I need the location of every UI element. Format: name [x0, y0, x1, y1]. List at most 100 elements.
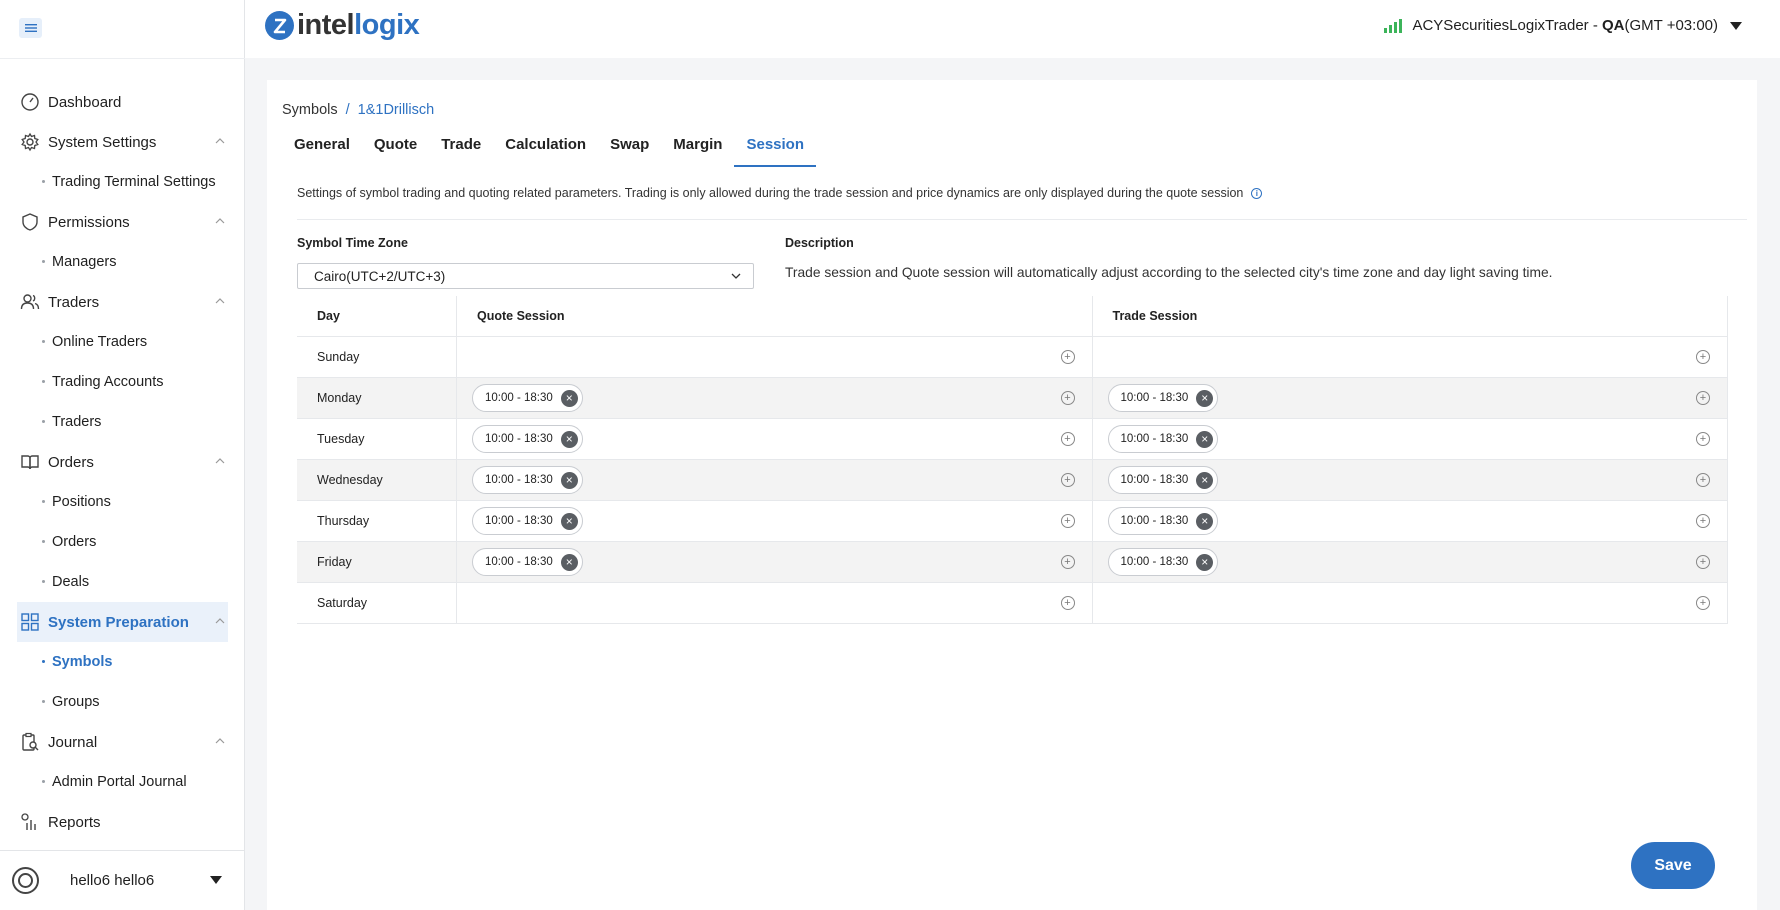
info-icon[interactable]: i: [1251, 187, 1263, 199]
add-session-icon[interactable]: +: [1060, 473, 1075, 487]
breadcrumb-current: 1&1Drillisch: [357, 102, 435, 118]
timezone-select[interactable]: Cairo(UTC+2/UTC+3): [297, 263, 754, 289]
breadcrumb-root[interactable]: Symbols: [282, 102, 338, 118]
remove-session-icon[interactable]: ×: [560, 512, 578, 530]
sidebar-item-orders-group[interactable]: Orders: [0, 442, 245, 482]
sidebar-item-online-traders[interactable]: Online Traders: [0, 322, 245, 362]
trade-session-cell: +: [1093, 583, 1728, 623]
add-session-icon[interactable]: +: [1696, 596, 1710, 610]
add-session-icon[interactable]: +: [1060, 432, 1075, 446]
session-table: Day Quote Session Trade Session Sunday + +…: [297, 296, 1728, 624]
session-chip: 10:00 - 18:30 ×: [1107, 466, 1219, 494]
sidebar-item-admin-portal-journal[interactable]: Admin Portal Journal: [0, 762, 245, 802]
caret-down-icon[interactable]: [210, 876, 222, 884]
tab-quote[interactable]: Quote: [362, 126, 429, 167]
server-selector[interactable]: ACYSecuritiesLogixTrader - QA(GMT +03:00…: [1384, 17, 1742, 34]
sidebar-item-journal[interactable]: Journal: [0, 722, 245, 762]
day-cell: Sunday: [297, 337, 457, 377]
user-menu[interactable]: hello6 hello6: [0, 850, 245, 910]
user-icon: [18, 873, 33, 888]
remove-session-icon[interactable]: ×: [1196, 430, 1214, 448]
remove-session-icon[interactable]: ×: [560, 553, 578, 571]
sidebar-divider: [0, 58, 245, 59]
remove-session-icon[interactable]: ×: [1196, 512, 1214, 530]
sidebar-item-positions[interactable]: Positions: [0, 482, 245, 522]
table-row: Sunday + +: [297, 337, 1728, 378]
add-session-icon[interactable]: +: [1696, 391, 1710, 405]
add-session-icon[interactable]: +: [1060, 350, 1075, 364]
add-session-icon[interactable]: +: [1060, 514, 1075, 528]
sidebar-item-label: Orders: [52, 534, 97, 550]
day-cell: Friday: [297, 542, 457, 582]
chevron-up-icon: [215, 458, 225, 464]
sidebar-item-managers[interactable]: Managers: [0, 242, 245, 282]
tab-margin[interactable]: Margin: [661, 126, 734, 167]
add-session-icon[interactable]: +: [1060, 391, 1075, 405]
save-button[interactable]: Save: [1631, 842, 1715, 889]
bullet-icon: [42, 380, 45, 383]
sidebar-item-label: Permissions: [48, 213, 130, 231]
tab-general[interactable]: General: [282, 126, 362, 167]
breadcrumb-separator: /: [345, 102, 350, 118]
trade-session-cell: 10:00 - 18:30 × +: [1093, 460, 1728, 500]
bullet-icon: [42, 780, 45, 783]
hamburger-icon: [24, 24, 37, 32]
tab-calculation[interactable]: Calculation: [493, 126, 598, 167]
day-cell: Monday: [297, 378, 457, 418]
sidebar-item-label: Traders: [48, 293, 100, 311]
tab-swap[interactable]: Swap: [598, 126, 661, 167]
breadcrumb: Symbols / 1&1Drillisch: [282, 102, 434, 118]
remove-session-icon[interactable]: ×: [1196, 553, 1214, 571]
table-row: Saturday + +: [297, 583, 1728, 624]
remove-session-icon[interactable]: ×: [560, 389, 578, 407]
divider: [297, 219, 1747, 220]
sidebar-item-label: Dashboard: [48, 93, 122, 111]
sidebar-item-reports[interactable]: Reports: [0, 802, 245, 842]
session-chip: 10:00 - 18:30 ×: [1107, 507, 1219, 535]
add-session-icon[interactable]: +: [1060, 555, 1075, 569]
sidebar-item-label: System Settings: [48, 133, 157, 151]
sidebar-item-orders[interactable]: Orders: [0, 522, 245, 562]
session-chip: 10:00 - 18:30 ×: [472, 425, 583, 453]
sidebar-item-permissions[interactable]: Permissions: [0, 202, 245, 242]
session-chip-label: 10:00 - 18:30: [1120, 474, 1189, 486]
logo-mark-icon: [265, 11, 294, 40]
sidebar-item-system-settings[interactable]: System Settings: [0, 122, 245, 162]
add-session-icon[interactable]: +: [1696, 350, 1710, 364]
sidebar-item-deals[interactable]: Deals: [0, 562, 245, 602]
remove-session-icon[interactable]: ×: [560, 430, 578, 448]
sidebar-item-label: Trading Accounts: [52, 374, 164, 390]
sidebar-item-system-preparation[interactable]: System Preparation: [17, 602, 228, 642]
caret-down-icon[interactable]: [1730, 21, 1742, 30]
day-cell: Thursday: [297, 501, 457, 541]
remove-session-icon[interactable]: ×: [1196, 471, 1214, 489]
add-session-icon[interactable]: +: [1696, 514, 1710, 528]
remove-session-icon[interactable]: ×: [560, 471, 578, 489]
sidebar-item-trading-terminal-settings[interactable]: Trading Terminal Settings: [0, 162, 245, 202]
bullet-icon: [42, 700, 45, 703]
sidebar-item-label: Symbols: [52, 654, 113, 670]
logo-text: intellogix: [297, 9, 420, 41]
sidebar-item-trading-accounts[interactable]: Trading Accounts: [0, 362, 245, 402]
gear-icon: [21, 132, 39, 152]
tab-trade[interactable]: Trade: [429, 126, 493, 167]
sidebar-item-groups[interactable]: Groups: [0, 682, 245, 722]
tab-session[interactable]: Session: [734, 126, 816, 167]
add-session-icon[interactable]: +: [1696, 473, 1710, 487]
add-session-icon[interactable]: +: [1696, 555, 1710, 569]
sidebar-nav: Dashboard System Settings Trading Termin…: [0, 82, 245, 842]
quote-session-cell: +: [457, 337, 1093, 377]
add-session-icon[interactable]: +: [1696, 432, 1710, 446]
menu-toggle-button[interactable]: [19, 18, 42, 38]
sidebar-item-traders[interactable]: Traders: [0, 282, 245, 322]
add-session-icon[interactable]: +: [1060, 596, 1075, 610]
remove-session-icon[interactable]: ×: [1196, 389, 1214, 407]
sidebar-item-symbols[interactable]: Symbols: [0, 642, 245, 682]
dashboard-icon: [21, 93, 39, 111]
chevron-up-icon: [215, 138, 225, 144]
tab-bar: General Quote Trade Calculation Swap Mar…: [282, 126, 816, 167]
sidebar-item-traders-list[interactable]: Traders: [0, 402, 245, 442]
quote-session-cell: 10:00 - 18:30 × +: [457, 542, 1093, 582]
sidebar-item-dashboard[interactable]: Dashboard: [0, 82, 245, 122]
session-chip-label: 10:00 - 18:30: [485, 392, 553, 404]
